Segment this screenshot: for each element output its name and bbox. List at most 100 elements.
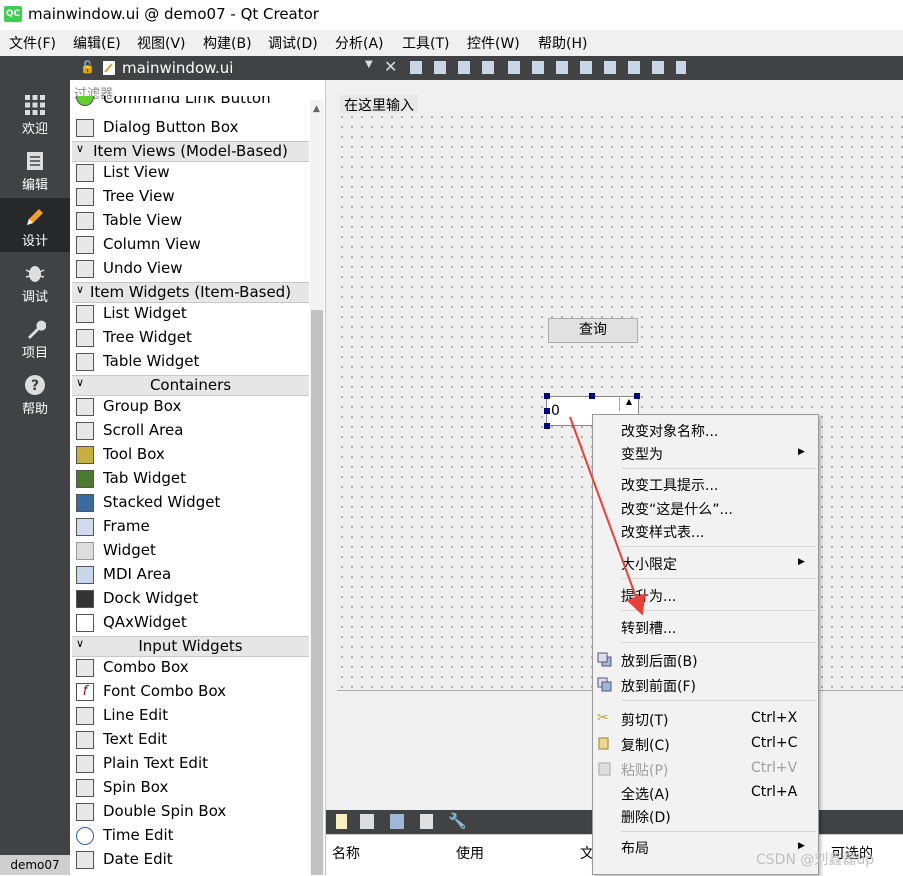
scrollbar-thumb[interactable] (311, 310, 323, 875)
copy-action-icon[interactable] (360, 814, 374, 829)
wrench-icon[interactable]: 🔧 (448, 812, 467, 830)
mode-welcome[interactable]: 欢迎 (0, 86, 70, 140)
widget-tool-box[interactable]: Tool Box (74, 443, 309, 467)
mode-help-label: 帮助 (21, 402, 48, 417)
question-icon: ? (25, 375, 45, 395)
shortcut-cut: Ctrl+X (751, 710, 798, 726)
widget-table-view[interactable]: Table View (74, 209, 309, 233)
widget-list-widget[interactable]: List Widget (74, 302, 309, 326)
widget-tab-widget[interactable]: Tab Widget (74, 467, 309, 491)
menu-cut[interactable]: 剪切(T) (621, 710, 668, 730)
widget-combo-box[interactable]: Combo Box (74, 656, 309, 680)
plain-text-edit-icon (76, 755, 94, 773)
menu-paste[interactable]: 粘贴(P) (621, 760, 668, 780)
category-item-views[interactable]: ∨ Item Views (Model-Based) (72, 141, 309, 162)
menu-bring-to-front[interactable]: 放到前面(F) (621, 676, 696, 696)
menu-select-all[interactable]: 全选(A) (621, 784, 670, 804)
widget-frame[interactable]: Frame (74, 515, 309, 539)
query-button[interactable]: 查询 (548, 318, 638, 343)
menu-analyze[interactable]: 分析(A) (335, 33, 384, 53)
menu-copy[interactable]: 复制(C) (621, 735, 670, 755)
widget-plain-text-edit[interactable]: Plain Text Edit (74, 752, 309, 776)
qt-creator-logo-icon: QC (4, 6, 22, 22)
shortcut-select-all: Ctrl+A (751, 784, 798, 800)
widget-stacked-widget[interactable]: Stacked Widget (74, 491, 309, 515)
menu-promote-to[interactable]: 提升为... (621, 586, 676, 606)
menu-change-whats-this[interactable]: 改变“这是什么”... (621, 499, 733, 519)
delete-action-icon[interactable] (420, 814, 433, 829)
widget-tree-widget[interactable]: Tree Widget (74, 326, 309, 350)
widget-mdi-area[interactable]: MDI Area (74, 563, 309, 587)
category-input-widgets[interactable]: ∨ Input Widgets (72, 636, 309, 657)
file-dropdown-icon[interactable]: ▼ (365, 59, 373, 70)
menu-widgets[interactable]: 控件(W) (467, 33, 520, 53)
mode-projects[interactable]: 项目 (0, 310, 70, 364)
column-used[interactable]: 使用 (456, 843, 484, 863)
command-link-icon (76, 96, 94, 106)
widget-qaxwidget[interactable]: QAxWidget (74, 611, 309, 635)
widget-undo-view[interactable]: Undo View (74, 257, 309, 281)
selection-handle[interactable] (544, 408, 550, 414)
spin-box-value: 0 (551, 403, 560, 419)
menu-build[interactable]: 构建(B) (203, 33, 252, 53)
widget-table-widget[interactable]: Table Widget (74, 350, 309, 374)
widget-command-link-button[interactable]: Command Link Button (74, 96, 309, 112)
menu-change-object-name[interactable]: 改变对象名称... (621, 421, 718, 441)
menu-delete[interactable]: 删除(D) (621, 807, 671, 827)
menu-tools[interactable]: 工具(T) (402, 33, 449, 53)
category-containers[interactable]: ∨ Containers (72, 375, 309, 396)
menu-go-to-slot[interactable]: 转到槽... (621, 618, 676, 638)
project-selector[interactable]: demo07 (0, 855, 70, 875)
widget-text-edit[interactable]: Text Edit (74, 728, 309, 752)
open-file-name[interactable]: mainwindow.ui (122, 59, 233, 77)
menu-separator (621, 700, 816, 701)
spin-box-icon (76, 779, 94, 797)
menu-debug[interactable]: 调试(D) (268, 33, 318, 53)
menu-size-constraints[interactable]: 大小限定 (621, 554, 677, 574)
lock-icon: 🔓 (80, 60, 95, 74)
mode-debug[interactable]: 调试 (0, 254, 70, 308)
widget-tree-view[interactable]: Tree View (74, 185, 309, 209)
widget-dialog-button-box[interactable]: Dialog Button Box (74, 116, 309, 140)
widget-column-view[interactable]: Column View (74, 233, 309, 257)
widget-dock-widget[interactable]: Dock Widget (74, 587, 309, 611)
mode-help[interactable]: ? 帮助 (0, 366, 70, 420)
menu-morph-into[interactable]: 变型为 (621, 444, 663, 464)
widget-list-view[interactable]: List View (74, 161, 309, 185)
widget-font-combo-box[interactable]: f Font Combo Box (74, 680, 309, 704)
stacked-widget-icon (76, 494, 94, 512)
mode-edit[interactable]: 编辑 (0, 142, 70, 196)
menu-send-to-back[interactable]: 放到后面(B) (621, 651, 698, 671)
widget-widget[interactable]: Widget (74, 539, 309, 563)
category-item-widgets[interactable]: ∨ Item Widgets (Item-Based) (72, 282, 309, 303)
widget-line-edit[interactable]: Line Edit (74, 704, 309, 728)
selection-handle[interactable] (634, 393, 640, 399)
widget-group-box[interactable]: Group Box (74, 395, 309, 419)
spin-up-icon[interactable]: ▲ (619, 397, 638, 411)
mode-design[interactable]: 设计 (0, 198, 70, 252)
widget-spin-box[interactable]: Spin Box (74, 776, 309, 800)
bring-to-front-icon (597, 677, 612, 692)
widget-time-edit[interactable]: Time Edit (74, 824, 309, 848)
menu-bar-type-here[interactable]: 在这里输入 (340, 95, 418, 114)
new-action-icon[interactable] (336, 814, 347, 829)
menu-help[interactable]: 帮助(H) (538, 33, 587, 53)
widget-scroll-area[interactable]: Scroll Area (74, 419, 309, 443)
column-name[interactable]: 名称 (332, 843, 360, 863)
selection-handle[interactable] (589, 393, 595, 399)
menu-separator (621, 578, 816, 579)
paste-icon (598, 762, 611, 776)
paste-action-icon[interactable] (390, 814, 404, 829)
menu-edit[interactable]: 编辑(E) (73, 33, 121, 53)
close-icon[interactable]: ✕ (384, 57, 397, 76)
widget-date-edit[interactable]: Date Edit (74, 848, 309, 872)
menu-change-stylesheet[interactable]: 改变样式表... (621, 522, 704, 542)
selection-handle[interactable] (544, 423, 550, 429)
menu-file[interactable]: 文件(F) (9, 33, 56, 53)
menu-layout[interactable]: 布局 (621, 838, 649, 858)
widget-double-spin-box[interactable]: Double Spin Box (74, 800, 309, 824)
selection-handle[interactable] (544, 393, 550, 399)
menu-change-tooltip[interactable]: 改变工具提示... (621, 475, 718, 495)
scroll-up-icon[interactable]: ▲ (313, 104, 320, 114)
menu-view[interactable]: 视图(V) (137, 33, 186, 53)
